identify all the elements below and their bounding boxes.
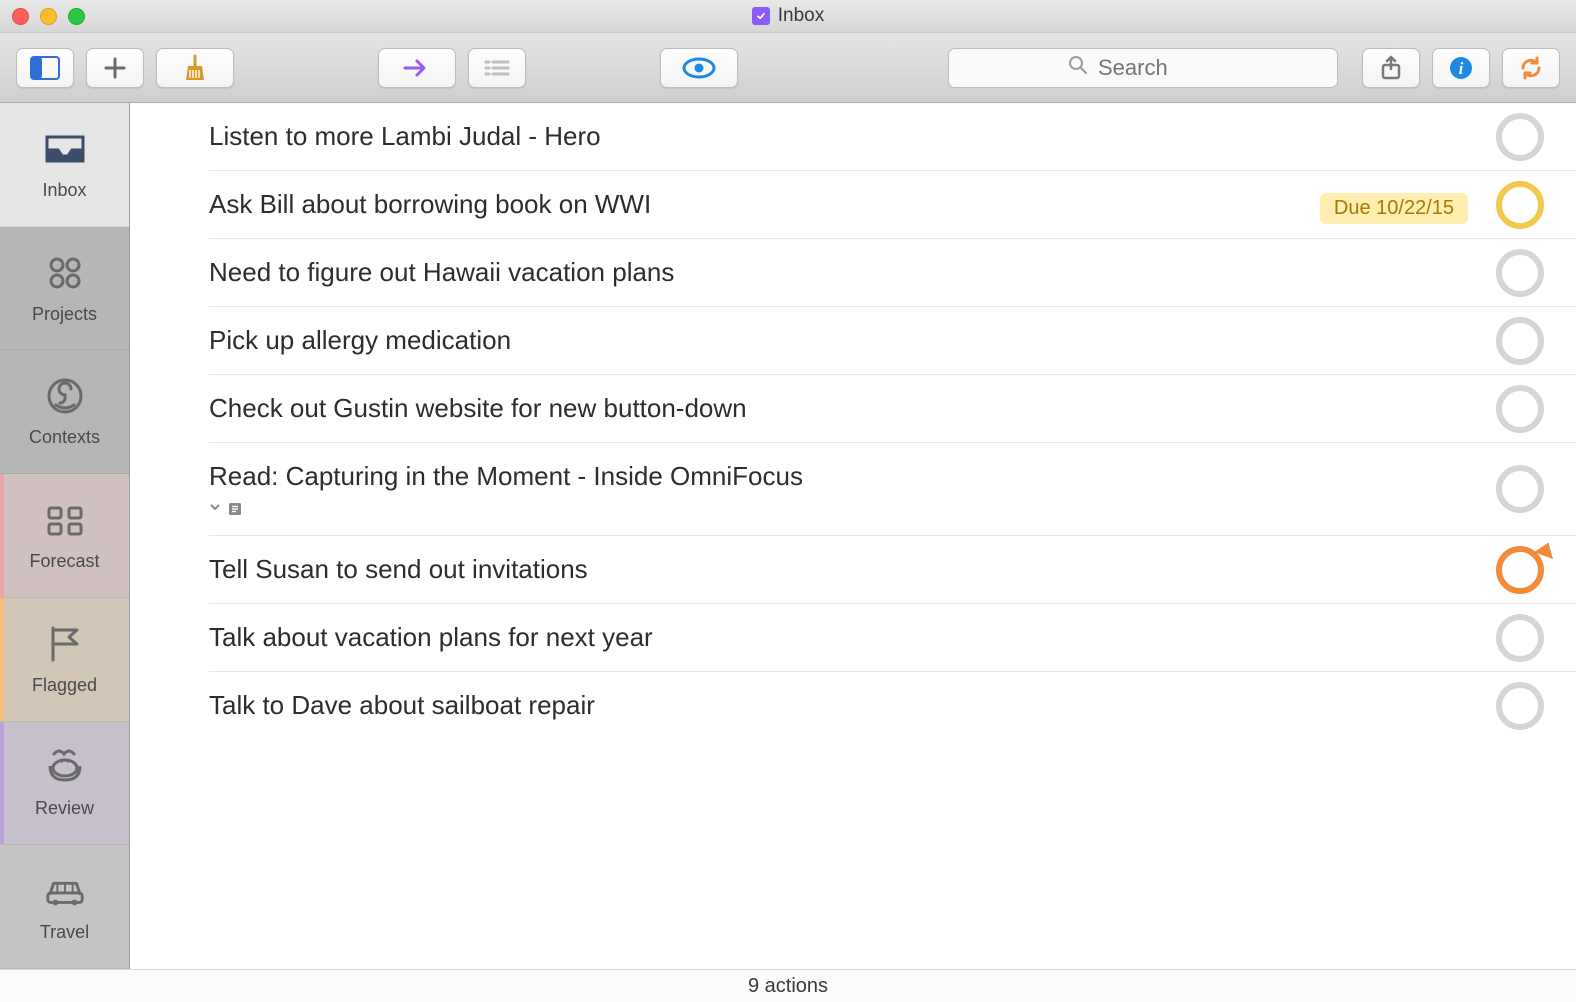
sidebar-item-travel[interactable]: Travel <box>0 845 129 969</box>
search-icon <box>1068 55 1088 81</box>
sidebar-item-forecast[interactable]: Forecast <box>0 474 129 598</box>
sidebar-label: Projects <box>32 304 97 325</box>
sidebar-item-projects[interactable]: Projects <box>0 227 129 351</box>
sidebar-label: Forecast <box>29 551 99 572</box>
task-title: Listen to more Lambi Judal - Hero <box>209 121 1456 152</box>
task-status-circle[interactable] <box>1496 317 1544 365</box>
task-status-circle[interactable] <box>1496 249 1544 297</box>
toggle-sidebar-button[interactable] <box>16 48 74 88</box>
action-count: 9 actions <box>748 975 828 998</box>
task-title: Pick up allergy medication <box>209 325 1456 356</box>
sidebar-item-flagged[interactable]: Flagged <box>0 598 129 722</box>
task-row[interactable]: Check out Gustin website for new button-… <box>209 375 1576 443</box>
inbox-icon <box>44 128 86 170</box>
note-icon[interactable] <box>227 501 243 517</box>
task-row[interactable]: Listen to more Lambi Judal - Hero <box>209 103 1576 171</box>
sidebar-label: Travel <box>40 922 89 943</box>
search-input[interactable] <box>1098 55 1218 81</box>
task-status-circle[interactable] <box>1496 546 1544 594</box>
window-zoom-button[interactable] <box>68 8 85 25</box>
task-status-circle[interactable] <box>1496 614 1544 662</box>
search-field[interactable] <box>948 48 1338 88</box>
toolbar: i <box>0 33 1576 103</box>
window-controls <box>12 8 85 25</box>
task-list: Listen to more Lambi Judal - Hero Ask Bi… <box>130 103 1576 969</box>
status-bar: 9 actions <box>0 969 1576 1002</box>
sidebar-item-inbox[interactable]: Inbox <box>0 103 129 227</box>
flag-icon <box>44 623 86 665</box>
task-title: Need to figure out Hawaii vacation plans <box>209 257 1456 288</box>
perspective-sidebar: Inbox Projects Contexts Forecast Flagged <box>0 103 130 969</box>
window-title-text: Inbox <box>778 5 824 27</box>
sidebar-label: Review <box>35 798 94 819</box>
task-status-circle[interactable] <box>1496 682 1544 730</box>
task-row[interactable]: Read: Capturing in the Moment - Inside O… <box>209 443 1576 536</box>
toggle-list-button[interactable] <box>468 48 526 88</box>
task-title: Tell Susan to send out invitations <box>209 554 1456 585</box>
disclosure-icon[interactable] <box>209 500 221 517</box>
sidebar-item-contexts[interactable]: Contexts <box>0 350 129 474</box>
task-row[interactable]: Talk to Dave about sailboat repair <box>209 672 1576 739</box>
task-row[interactable]: Need to figure out Hawaii vacation plans <box>209 239 1576 307</box>
projects-icon <box>44 252 86 294</box>
task-title: Talk about vacation plans for next year <box>209 622 1456 653</box>
sidebar-label: Flagged <box>32 675 97 696</box>
car-icon <box>44 870 86 912</box>
window-title: Inbox <box>752 5 824 27</box>
task-title: Ask Bill about borrowing book on WWI <box>209 189 1456 220</box>
sidebar-label: Inbox <box>42 180 86 201</box>
task-title: Check out Gustin website for new button-… <box>209 393 1456 424</box>
task-row[interactable]: Ask Bill about borrowing book on WWI Due… <box>209 171 1576 239</box>
share-button[interactable] <box>1362 48 1420 88</box>
window-minimize-button[interactable] <box>40 8 57 25</box>
view-options-button[interactable] <box>660 48 738 88</box>
task-status-circle[interactable] <box>1496 181 1544 229</box>
svg-text:i: i <box>1459 59 1464 78</box>
app-icon <box>752 7 770 25</box>
task-title: Talk to Dave about sailboat repair <box>209 690 1456 721</box>
forecast-icon <box>44 499 86 541</box>
sidebar-label: Contexts <box>29 427 100 448</box>
add-action-button[interactable] <box>86 48 144 88</box>
quick-open-button[interactable] <box>378 48 456 88</box>
sync-button[interactable] <box>1502 48 1560 88</box>
task-row[interactable]: Pick up allergy medication <box>209 307 1576 375</box>
contexts-icon <box>44 375 86 417</box>
window-titlebar: Inbox <box>0 0 1576 33</box>
inspector-button[interactable]: i <box>1432 48 1490 88</box>
task-title: Read: Capturing in the Moment - Inside O… <box>209 461 1456 492</box>
due-badge: Due 10/22/15 <box>1320 193 1468 224</box>
cleanup-button[interactable] <box>156 48 234 88</box>
sidebar-item-review[interactable]: Review <box>0 722 129 846</box>
task-status-circle[interactable] <box>1496 465 1544 513</box>
task-status-circle[interactable] <box>1496 113 1544 161</box>
task-row[interactable]: Tell Susan to send out invitations <box>209 536 1576 604</box>
task-row[interactable]: Talk about vacation plans for next year <box>209 604 1576 672</box>
review-icon <box>44 746 86 788</box>
task-status-circle[interactable] <box>1496 385 1544 433</box>
window-close-button[interactable] <box>12 8 29 25</box>
